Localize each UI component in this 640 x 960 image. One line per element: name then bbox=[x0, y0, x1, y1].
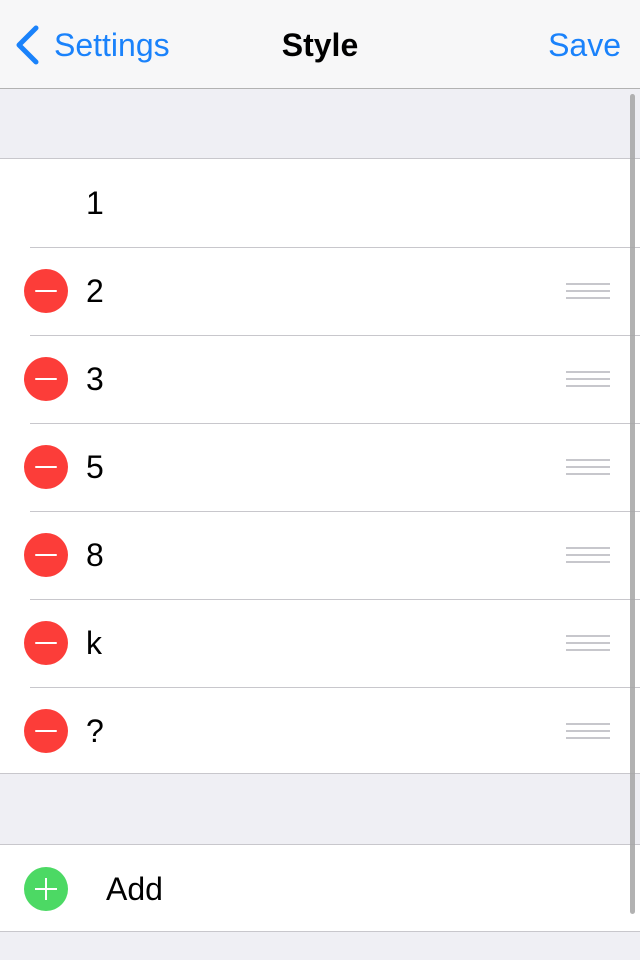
delete-button[interactable] bbox=[24, 709, 68, 753]
reorder-handle-icon[interactable] bbox=[566, 547, 610, 563]
reorder-handle-icon[interactable] bbox=[566, 283, 610, 299]
delete-button[interactable] bbox=[24, 269, 68, 313]
list-item-label: k bbox=[86, 625, 102, 661]
save-button[interactable]: Save bbox=[548, 22, 621, 68]
list-item-label: 8 bbox=[86, 537, 104, 573]
list-item-label: 5 bbox=[86, 449, 104, 485]
reorder-handle-icon[interactable] bbox=[566, 723, 610, 739]
list-item: 1 bbox=[0, 159, 640, 247]
list-item: 2 bbox=[0, 247, 640, 335]
add-row[interactable]: Add bbox=[0, 844, 640, 932]
list-item-label: 3 bbox=[86, 361, 104, 397]
list-item: 3 bbox=[0, 335, 640, 423]
list-item: 5 bbox=[0, 423, 640, 511]
navigation-bar: Settings Style Save bbox=[0, 0, 640, 89]
list-item-label: ? bbox=[86, 713, 104, 749]
reorder-handle-icon[interactable] bbox=[566, 459, 610, 475]
back-button[interactable]: Settings bbox=[14, 22, 170, 68]
style-list: 1 2 3 5 8 k ? bbox=[0, 158, 640, 774]
back-button-label: Settings bbox=[54, 27, 170, 63]
add-label[interactable]: Add bbox=[106, 845, 163, 933]
list-item-label: 2 bbox=[86, 273, 104, 309]
list-item-label: 1 bbox=[86, 185, 104, 221]
reorder-handle-icon[interactable] bbox=[566, 371, 610, 387]
chevron-left-icon bbox=[16, 25, 39, 65]
delete-button[interactable] bbox=[24, 357, 68, 401]
delete-button[interactable] bbox=[24, 621, 68, 665]
plus-circle-icon[interactable] bbox=[24, 867, 68, 911]
reorder-handle-icon[interactable] bbox=[566, 635, 610, 651]
list-item: k bbox=[0, 599, 640, 687]
delete-button[interactable] bbox=[24, 445, 68, 489]
scrollbar[interactable] bbox=[630, 94, 635, 914]
list-item: 8 bbox=[0, 511, 640, 599]
delete-button[interactable] bbox=[24, 533, 68, 577]
list-item: ? bbox=[0, 687, 640, 775]
